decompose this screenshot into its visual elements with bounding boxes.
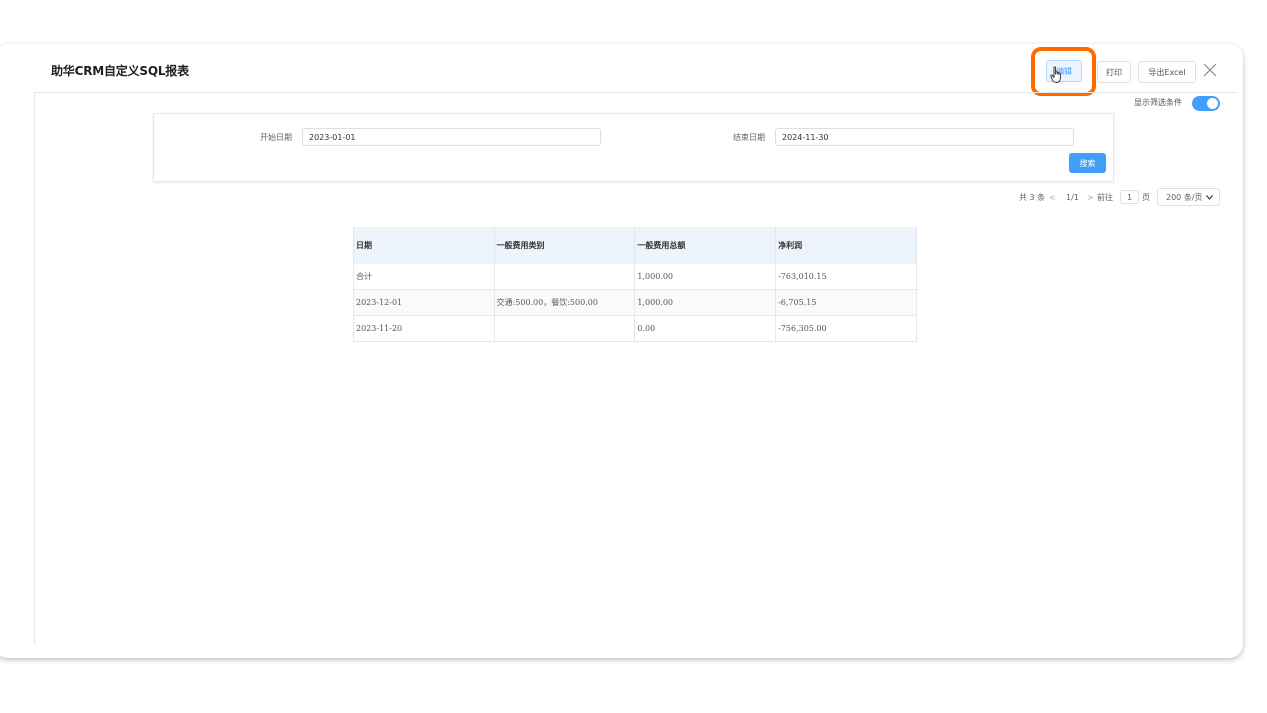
table-header-row: 日期 一般费用类别 一般费用总额 净利润 xyxy=(353,227,917,264)
goto-page-input[interactable]: 1 xyxy=(1120,190,1139,204)
end-date-label: 结束日期 xyxy=(733,133,765,142)
close-icon[interactable] xyxy=(1202,62,1218,78)
chevron-down-icon xyxy=(1205,194,1213,200)
table-cell: -6,705.15 xyxy=(775,289,917,316)
column-header-expense-category: 一般费用类别 xyxy=(494,227,636,264)
table-cell: 交通:500.00，餐饮:500.00 xyxy=(494,289,636,316)
column-header-net-profit: 净利润 xyxy=(775,227,917,264)
start-date-input[interactable]: 2023-01-01 xyxy=(302,128,601,146)
toggle-knob xyxy=(1207,98,1218,109)
table-cell: -756,305.00 xyxy=(775,315,917,342)
page-title: 助华CRM自定义SQL报表 xyxy=(51,64,189,78)
export-excel-button[interactable]: 导出Excel xyxy=(1138,61,1196,83)
table-row: 合计 1,000.00 -763,010.15 xyxy=(353,264,917,290)
page-suffix: 页 xyxy=(1142,192,1150,202)
filter-toggle-switch[interactable] xyxy=(1192,96,1220,111)
table-cell xyxy=(494,315,636,342)
header-divider xyxy=(34,92,1237,93)
table-cell: 合计 xyxy=(353,264,495,290)
end-date-input[interactable]: 2024-11-30 xyxy=(775,128,1074,146)
table-cell: -763,010.15 xyxy=(775,264,917,290)
page-size-value: 200 条/页 xyxy=(1166,192,1203,202)
table-cell: 1,000.00 xyxy=(634,289,777,316)
column-header-expense-total: 一般费用总额 xyxy=(634,227,777,264)
search-button[interactable]: 搜索 xyxy=(1069,153,1106,173)
start-date-label: 开始日期 xyxy=(260,133,292,142)
goto-label: 前往 xyxy=(1097,192,1113,202)
table-cell: 1,000.00 xyxy=(634,264,777,290)
table-row: 2023-11-20 0.00 -756,305.00 xyxy=(353,315,917,342)
table-cell: 0.00 xyxy=(634,315,777,342)
filter-panel xyxy=(153,113,1114,182)
page-info: 1/1 xyxy=(1066,192,1079,202)
hand-cursor-icon xyxy=(1050,66,1061,83)
table-cell: 2023-11-20 xyxy=(353,315,495,342)
pagination-total: 共 3 条 xyxy=(1019,192,1046,202)
next-page-button[interactable]: > xyxy=(1087,188,1094,206)
filter-toggle-label: 显示筛选条件 xyxy=(1134,98,1182,107)
print-button[interactable]: 打印 xyxy=(1097,61,1131,83)
table-row: 2023-12-01 交通:500.00，餐饮:500.00 1,000.00 … xyxy=(353,289,917,316)
prev-page-button[interactable]: < xyxy=(1049,188,1056,206)
table-cell xyxy=(494,264,636,290)
left-border xyxy=(34,93,35,645)
table-cell: 2023-12-01 xyxy=(353,289,495,316)
page-size-select[interactable]: 200 条/页 xyxy=(1157,188,1220,206)
report-table: 日期 一般费用类别 一般费用总额 净利润 合计 1,000.00 -763,01… xyxy=(353,227,917,342)
column-header-date: 日期 xyxy=(353,227,495,264)
